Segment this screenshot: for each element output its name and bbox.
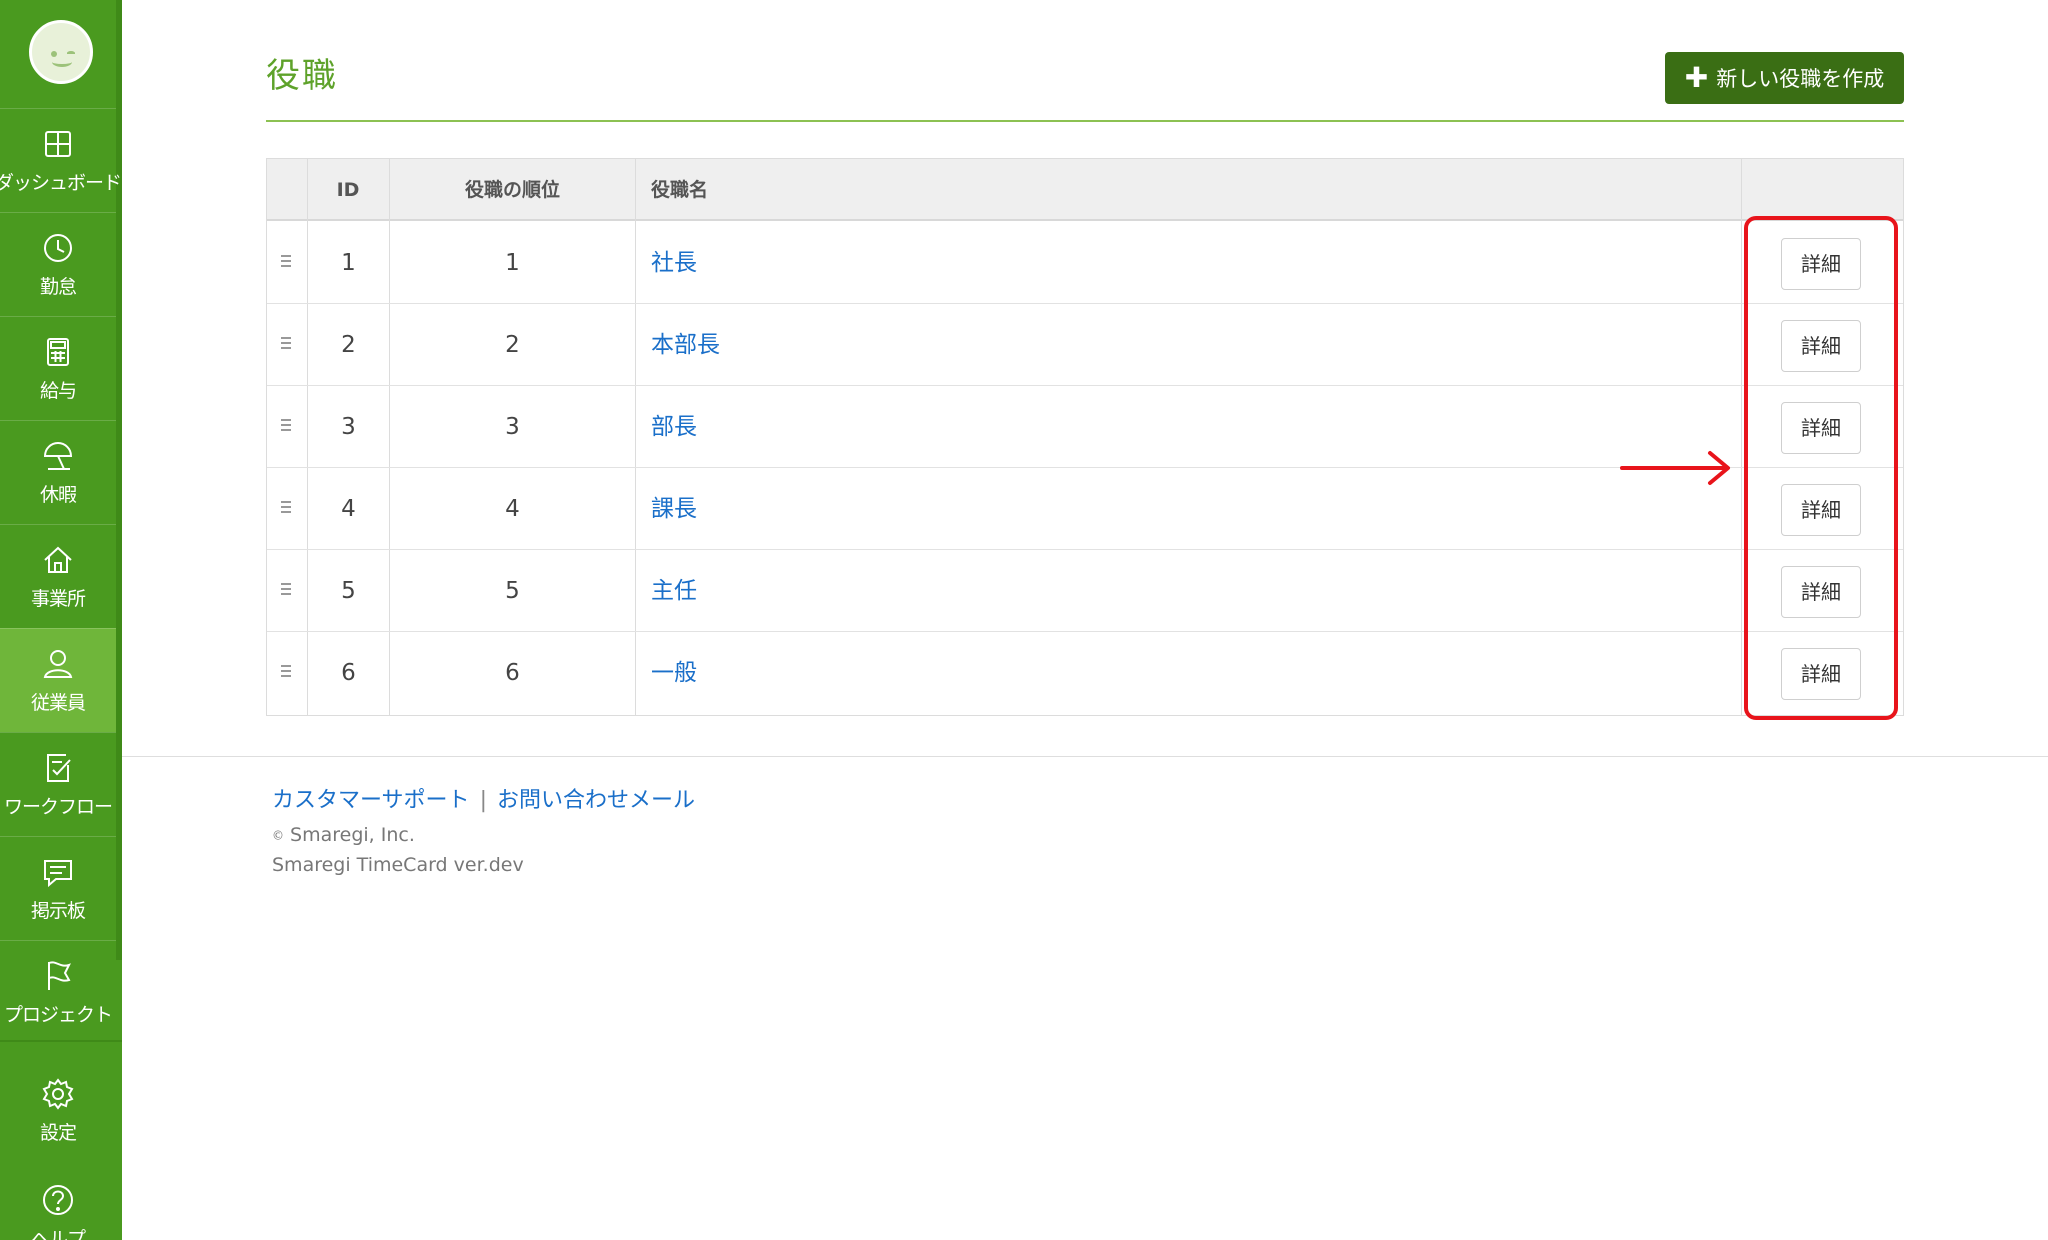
sidebar-scrollbar[interactable] xyxy=(116,0,122,960)
table-header: ID 役職の順位 役職名 xyxy=(267,159,1903,221)
cell-id: 2 xyxy=(341,332,356,358)
cell-rank: 6 xyxy=(505,660,520,686)
cell-id: 5 xyxy=(341,578,356,604)
drag-handle-icon[interactable] xyxy=(281,501,291,515)
cell-rank: 4 xyxy=(505,496,520,522)
sidebar-item-label: 給与 xyxy=(39,380,77,402)
sidebar-item-help[interactable]: ヘルプ xyxy=(0,1164,116,1240)
copyright-text: Smaregi, Inc. xyxy=(290,824,415,846)
app-logo[interactable] xyxy=(29,20,93,84)
user-icon xyxy=(43,650,73,678)
sidebar-item-office[interactable]: 事業所 xyxy=(0,524,116,628)
positions-table: ID 役職の順位 役職名 1 1 社長 詳細 2 2 本部長 詳細 3 3 部長… xyxy=(266,158,1904,716)
dashboard-icon xyxy=(45,131,71,157)
sidebar-item-payroll[interactable]: 給与 xyxy=(0,316,116,420)
sidebar-item-label: ダッシュボード xyxy=(0,172,122,194)
sidebar-bottom: 設定 ヘルプ xyxy=(0,1040,122,1240)
plus-icon: ✚ xyxy=(1684,61,1709,94)
cell-rank: 1 xyxy=(505,250,520,276)
column-header-name[interactable]: 役職名 xyxy=(651,159,1051,221)
table-row: 1 1 社長 詳細 xyxy=(267,222,1903,304)
table-row: 2 2 本部長 詳細 xyxy=(267,304,1903,386)
drag-handle-icon[interactable] xyxy=(281,255,291,269)
cell-name: 一般 xyxy=(651,632,1451,714)
checklist-icon xyxy=(47,754,71,782)
customer-support-link[interactable]: カスタマーサポート xyxy=(272,788,470,813)
footer-separator: | xyxy=(479,788,487,813)
footer-copyright: © Smaregi, Inc. xyxy=(272,824,415,846)
footer-version: Smaregi TimeCard ver.dev xyxy=(272,854,524,876)
cell-id: 1 xyxy=(341,250,356,276)
cell-rank: 2 xyxy=(505,332,520,358)
sidebar-item-label: 勤怠 xyxy=(39,276,77,298)
sidebar-item-projects[interactable]: プロジェクト xyxy=(0,940,116,1044)
sidebar-item-bulletin[interactable]: 掲示板 xyxy=(0,836,116,940)
contact-email-link[interactable]: お問い合わせメール xyxy=(497,788,695,813)
position-name-link[interactable]: 本部長 xyxy=(651,332,720,358)
position-name-link[interactable]: 部長 xyxy=(651,414,697,440)
sidebar-item-label: 休暇 xyxy=(39,484,77,506)
sidebar-item-label: 設定 xyxy=(39,1121,77,1144)
cell-id: 3 xyxy=(341,414,356,440)
highlight-box xyxy=(1744,216,1898,720)
drag-handle-icon[interactable] xyxy=(281,419,291,433)
create-position-button-label: 新しい役職を作成 xyxy=(1716,67,1885,91)
sidebar-item-settings[interactable]: 設定 xyxy=(0,1058,116,1162)
drag-handle-icon[interactable] xyxy=(281,583,291,597)
cell-name: 課長 xyxy=(651,468,1451,550)
create-position-button[interactable]: ✚ 新しい役職を作成 xyxy=(1665,52,1904,104)
sidebar-item-label: 従業員 xyxy=(30,692,86,714)
sidebar-item-label: 事業所 xyxy=(30,588,86,610)
position-name-link[interactable]: 主任 xyxy=(651,578,697,604)
footer-links: カスタマーサポート | お問い合わせメール xyxy=(272,782,695,814)
clock-icon xyxy=(44,234,72,262)
sidebar-item-label: ワークフロー xyxy=(3,796,113,818)
sidebar-item-label: 掲示板 xyxy=(30,900,86,922)
footer-divider xyxy=(122,756,2048,757)
help-icon xyxy=(43,1184,73,1215)
title-divider xyxy=(266,120,1904,122)
column-header-id[interactable]: ID xyxy=(307,159,389,221)
sidebar-item-employees[interactable]: 従業員 xyxy=(0,628,116,732)
sidebar-item-attendance[interactable]: 勤怠 xyxy=(0,212,116,316)
cell-rank: 3 xyxy=(505,414,520,440)
sidebar-item-label: ヘルプ xyxy=(30,1227,86,1240)
cell-name: 社長 xyxy=(651,222,1451,304)
copyright-symbol: © xyxy=(272,828,284,843)
cell-name: 主任 xyxy=(651,550,1451,632)
position-name-link[interactable]: 社長 xyxy=(651,250,697,276)
cell-rank: 5 xyxy=(505,578,520,604)
sidebar-item-workflow[interactable]: ワークフロー xyxy=(0,732,116,836)
umbrella-icon xyxy=(43,442,73,470)
position-name-link[interactable]: 課長 xyxy=(651,496,697,522)
cell-id: 6 xyxy=(341,660,356,686)
arrow-right-icon xyxy=(1620,451,1730,485)
table-row: 6 6 一般 詳細 xyxy=(267,632,1903,714)
position-name-link[interactable]: 一般 xyxy=(651,660,697,686)
sidebar-item-leave[interactable]: 休暇 xyxy=(0,420,116,524)
cell-id: 4 xyxy=(341,496,356,522)
drag-handle-icon[interactable] xyxy=(281,337,291,351)
gear-icon xyxy=(42,1077,74,1110)
page-title: 役職 xyxy=(266,56,338,96)
cell-name: 部長 xyxy=(651,386,1451,468)
table-row: 5 5 主任 詳細 xyxy=(267,550,1903,632)
cell-name: 本部長 xyxy=(651,304,1451,386)
drag-handle-icon[interactable] xyxy=(281,665,291,679)
column-header-rank[interactable]: 役職の順位 xyxy=(390,159,635,221)
sidebar-item-dashboard[interactable]: ダッシュボード xyxy=(0,108,122,212)
sidebar: ダッシュボード 勤怠 給与 休暇 事業所 従業員 ワークフロー 掲示板 プロジェ… xyxy=(0,0,122,1240)
home-icon xyxy=(44,546,72,573)
message-icon xyxy=(44,860,72,888)
sidebar-item-label: プロジェクト xyxy=(3,1004,113,1026)
flag-icon xyxy=(48,961,71,990)
calculator-icon xyxy=(47,338,69,366)
